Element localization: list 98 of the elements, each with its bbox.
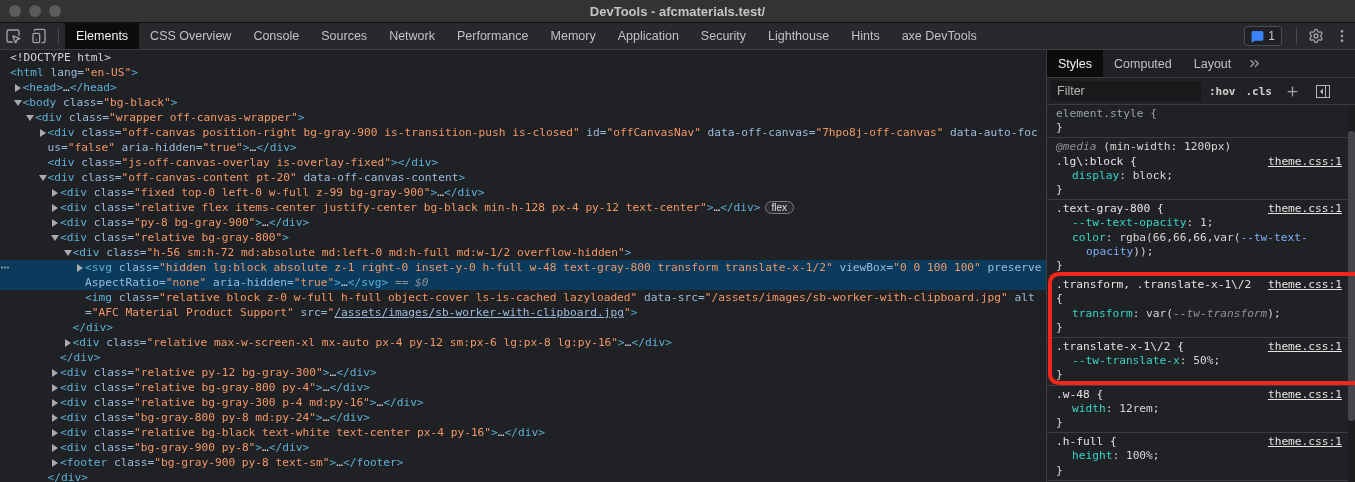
closing-brace: }	[1056, 368, 1063, 382]
closing-brace: }	[1056, 416, 1063, 430]
css-selector: .w-48 {	[1056, 387, 1104, 402]
closing-brace: }	[1056, 320, 1063, 334]
css-declaration: height: 100%;	[1072, 449, 1160, 463]
panel-tab[interactable]: Network	[378, 23, 446, 49]
code-line: <div class="bg-gray-900 py-8">…</div>	[60, 441, 310, 454]
file-link[interactable]: /assets/images/sb-worker-with-clipboard.jpg	[334, 306, 624, 319]
pane-tab[interactable]: Layout	[1182, 50, 1243, 77]
code-line: <div class="off-canvas-content pt-20" data-off-canvas-content>	[47, 171, 466, 184]
code-line: <body class="bg-black">	[22, 96, 178, 109]
message-icon	[1251, 29, 1265, 43]
code-line: <img class="relative block z-0 w-full h-full object-cover ls-is-cached lazyloaded" data-src="/assets/images/sb-worker-with-clipboard.jpg" alt="AFC Material Product Support" src="/assets/images/sb-worker-with-clipboard.jpg">	[85, 291, 1035, 319]
code-line: <div class="off-canvas position-right bg-gray-900 is-transition-push is-closed" id="offCanvasNav" data-off-canvas="7hpo8j-off-canvas" data-auto-focus="false" aria-hidden="true">…</div>	[47, 126, 1038, 154]
expanded-triangle-icon[interactable]	[51, 234, 59, 242]
collapsed-triangle-icon[interactable]	[51, 399, 59, 407]
panel-tab[interactable]: Security	[689, 23, 757, 49]
closing-brace: }	[1056, 259, 1063, 273]
collapsed-triangle-icon[interactable]	[51, 219, 59, 227]
panel-tab[interactable]: Console	[242, 23, 311, 49]
code-line: <div class="relative bg-gray-800 py-4">…</div>	[60, 381, 370, 394]
code-line: <footer class="bg-gray-900 py-8 text-sm">…</footer>	[60, 456, 404, 469]
window-title: DevTools - afcmaterials.test/	[589, 3, 766, 19]
code-line: </div>	[47, 471, 88, 482]
collapsed-triangle-icon[interactable]	[76, 264, 84, 272]
code-line: <div class="relative bg-gray-800">	[60, 231, 290, 244]
panel-tab[interactable]: Performance	[445, 23, 540, 49]
collapsed-triangle-icon[interactable]	[51, 429, 59, 437]
code-line: <div class="fixed top-0 left-0 w-full z-99 bg-gray-900">…</div>	[60, 186, 485, 199]
scrollbar-thumb[interactable]	[1348, 131, 1355, 421]
panel-tab[interactable]: CSS Overview	[139, 23, 243, 49]
media-query: @media (min-width: 1200px)	[1056, 140, 1232, 154]
code-line: <!DOCTYPE html>	[10, 51, 112, 64]
expanded-triangle-icon[interactable]	[13, 99, 22, 107]
code-line: <head>…</head>	[22, 81, 117, 94]
collapsed-triangle-icon[interactable]	[13, 84, 22, 92]
filter-field[interactable]: Filter	[1051, 81, 1201, 101]
closing-brace: }	[1056, 463, 1063, 477]
collapsed-triangle-icon[interactable]	[51, 369, 59, 377]
panel-tab[interactable]: Lighthouse	[757, 23, 841, 49]
css-selector: .lg\:block {	[1056, 154, 1137, 169]
css-selector: {	[1056, 292, 1063, 307]
css-selector: element.style {	[1056, 107, 1158, 122]
code-line: <div class="relative max-w-screen-xl mx-auto px-4 py-12 sm:px-6 lg:px-8 lg:py-16">…</div>	[72, 336, 672, 349]
collapsed-triangle-icon[interactable]	[51, 414, 59, 422]
panel-tab[interactable]: Hints	[840, 23, 891, 49]
hov-button[interactable]: :hov	[1207, 84, 1238, 98]
collapsed-triangle-icon[interactable]	[38, 129, 47, 137]
panel-tab[interactable]: axe DevTools	[890, 23, 988, 49]
css-declaration: width: 12rem;	[1072, 401, 1160, 415]
cls-button[interactable]: .cls	[1243, 84, 1274, 98]
code-line: </div>	[60, 351, 101, 364]
more-icon	[1, 266, 9, 269]
expanded-triangle-icon[interactable]	[26, 114, 34, 122]
panel-tab[interactable]: Elements	[65, 23, 140, 49]
code-line: <div class="relative bg-gray-300 p-4 md:py-16">…</div>	[60, 396, 424, 409]
closing-brace: }	[1056, 121, 1063, 135]
collapsed-triangle-icon[interactable]	[51, 204, 59, 212]
panel-tab[interactable]: Memory	[539, 23, 607, 49]
source-link[interactable]: theme.css:1	[1267, 202, 1342, 217]
expanded-triangle-icon[interactable]	[38, 174, 47, 182]
collapsed-triangle-icon[interactable]	[51, 444, 59, 452]
closing-brace: }	[1056, 183, 1063, 196]
panel-tab[interactable]: Sources	[310, 23, 379, 49]
code-line: <div class="js-off-canvas-overlay is-overlay-fixed"></div>	[47, 156, 439, 169]
code-line: <div class="bg-gray-800 py-8 md:py-24">…</div>	[60, 411, 370, 424]
css-selector: .h-full {	[1056, 435, 1117, 450]
pane-tab[interactable]: Styles	[1047, 50, 1104, 77]
css-selector: .text-gray-800 {	[1056, 202, 1164, 217]
source-link[interactable]: theme.css:1	[1267, 435, 1342, 450]
pane-tab[interactable]: Computed	[1103, 50, 1183, 77]
collapsed-triangle-icon[interactable]	[51, 384, 59, 392]
css-selector: .translate-x-1\/2 {	[1056, 340, 1184, 355]
expanded-triangle-icon[interactable]	[63, 249, 72, 257]
code-line: <html lang="en-US">	[10, 66, 138, 79]
css-declaration: --tw-translate-x: 50%;	[1072, 354, 1221, 368]
code-line: <div class="h-56 sm:h-72 md:absolute md:left-0 md:h-full md:w-1/2 overflow-hidden">	[72, 246, 632, 259]
source-link[interactable]: theme.css:1	[1267, 340, 1342, 355]
css-declaration: transform: var(--tw-transform);	[1072, 306, 1281, 320]
source-link[interactable]: theme.css:1	[1267, 154, 1342, 169]
collapsed-triangle-icon[interactable]	[51, 459, 59, 467]
css-declaration: --tw-text-opacity: 1;	[1072, 216, 1214, 230]
code-line: <div class="relative flex items-center justify-center bg-black min-h-128 px-4 py-12 text-center">…</div>	[60, 201, 761, 214]
source-link[interactable]: theme.css:1	[1267, 278, 1342, 293]
code-line: <div class="py-8 bg-gray-900">…</div>	[60, 216, 310, 229]
source-link[interactable]: theme.css:1	[1267, 387, 1342, 402]
code-line: <div class="wrapper off-canvas-wrapper">	[35, 111, 305, 124]
css-selector: .transform, .translate-x-1\/2	[1056, 278, 1252, 293]
css-declaration: display: block;	[1072, 168, 1174, 182]
code-line: </div>	[72, 321, 113, 334]
panel-tab[interactable]: Application	[606, 23, 690, 49]
flex-badge[interactable]: flex	[764, 201, 795, 214]
issues-button[interactable]: 1	[1244, 26, 1282, 46]
css-declaration: color: rgba(66,66,66,var(--tw-text-opacity));	[1072, 230, 1308, 258]
collapsed-triangle-icon[interactable]	[63, 339, 72, 347]
code-line: <div class="relative py-12 bg-gray-300">…</div>	[60, 366, 377, 379]
collapsed-triangle-icon[interactable]	[51, 189, 59, 197]
code-line: <div class="relative bg-black text-white text-center px-4 py-16">…</div>	[60, 426, 545, 439]
